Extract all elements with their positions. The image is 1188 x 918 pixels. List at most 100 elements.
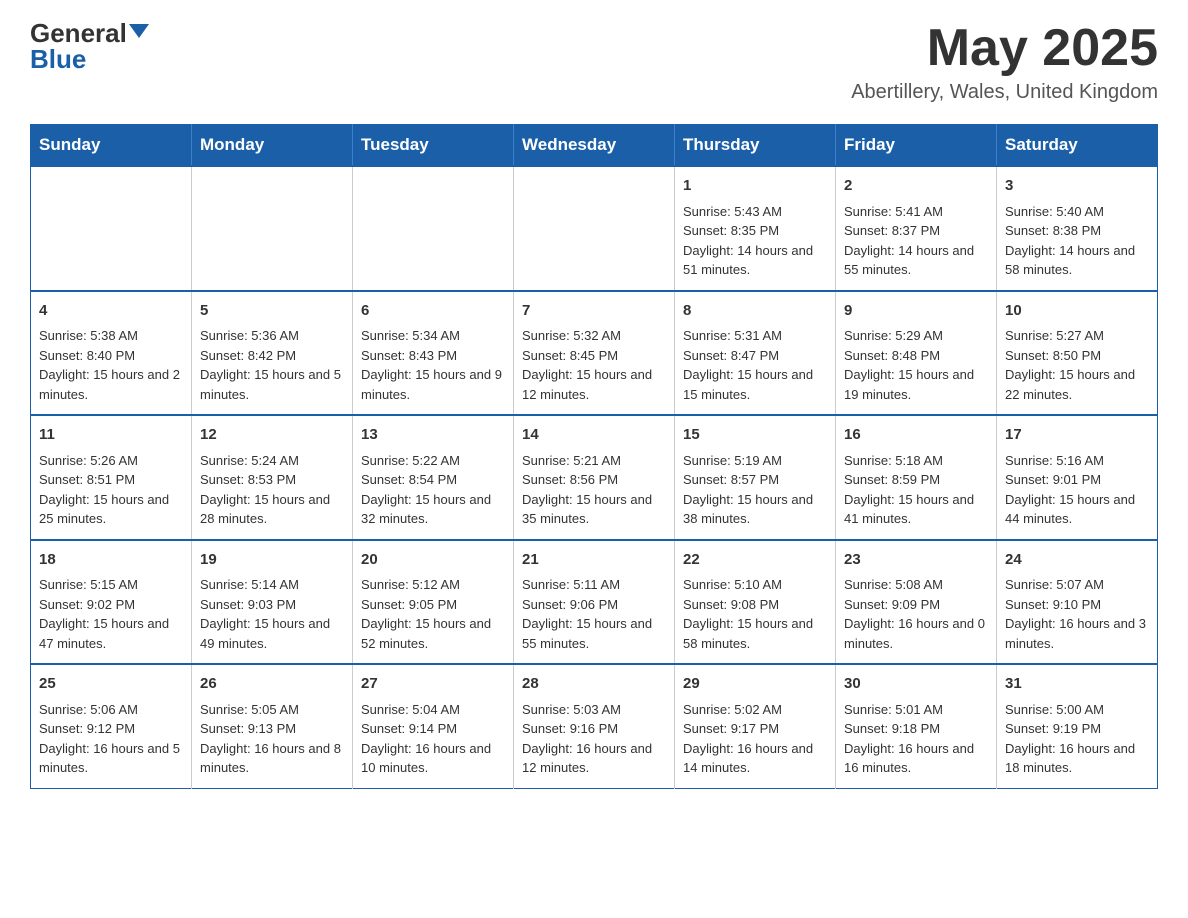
day-number: 11: [39, 424, 183, 447]
calendar-header-row: SundayMondayTuesdayWednesdayThursdayFrid…: [31, 125, 1158, 167]
day-number: 14: [522, 424, 666, 447]
day-info: Sunrise: 5:14 AMSunset: 9:03 PMDaylight:…: [200, 575, 344, 653]
calendar-day-17: 17 Sunrise: 5:16 AMSunset: 9:01 PMDayligh…: [997, 415, 1158, 540]
calendar-day-31: 31 Sunrise: 5:00 AMSunset: 9:19 PMDayligh…: [997, 664, 1158, 788]
day-info: Sunrise: 5:22 AMSunset: 8:54 PMDaylight:…: [361, 451, 505, 529]
day-info: Sunrise: 5:00 AMSunset: 9:19 PMDaylight:…: [1005, 700, 1149, 778]
header-thursday: Thursday: [675, 125, 836, 167]
calendar-day-30: 30Sunrise: 5:01 AMSunset: 9:18 PMDayligh…: [836, 664, 997, 788]
header-tuesday: Tuesday: [353, 125, 514, 167]
day-info: Sunrise: 5:04 AMSunset: 9:14 PMDaylight:…: [361, 700, 505, 778]
calendar-day-25: 25 Sunrise: 5:06 AMSunset: 9:12 PMDayligh…: [31, 664, 192, 788]
calendar-day-29: 29 Sunrise: 5:02 AMSunset: 9:17 PMDayligh…: [675, 664, 836, 788]
day-number: 23: [844, 549, 988, 572]
calendar-empty-cell: [192, 166, 353, 291]
header-friday: Friday: [836, 125, 997, 167]
calendar-day-19: 19 Sunrise: 5:14 AMSunset: 9:03 PMDayligh…: [192, 540, 353, 665]
header-monday: Monday: [192, 125, 353, 167]
day-number: 24: [1005, 549, 1149, 572]
day-number: 15: [683, 424, 827, 447]
calendar-week-row: 11 Sunrise: 5:26 AMSunset: 8:51 PMDayligh…: [31, 415, 1158, 540]
day-info: Sunrise: 5:29 AMSunset: 8:48 PMDaylight:…: [844, 326, 988, 404]
day-info: Sunrise: 5:36 AMSunset: 8:42 PMDaylight:…: [200, 326, 344, 404]
day-number: 10: [1005, 300, 1149, 323]
calendar-day-4: 4Sunrise: 5:38 AMSunset: 8:40 PMDaylight…: [31, 291, 192, 416]
calendar-day-26: 26Sunrise: 5:05 AMSunset: 9:13 PMDayligh…: [192, 664, 353, 788]
logo-text: General Blue: [30, 20, 149, 72]
calendar-day-27: 27 Sunrise: 5:04 AMSunset: 9:14 PMDayligh…: [353, 664, 514, 788]
day-info: Sunrise: 5:31 AMSunset: 8:47 PMDaylight:…: [683, 326, 827, 404]
day-info: Sunrise: 5:03 AMSunset: 9:16 PMDaylight:…: [522, 700, 666, 778]
day-number: 25: [39, 673, 183, 696]
page-header: General Blue May 2025 Abertillery, Wales…: [30, 20, 1158, 104]
logo: General Blue: [30, 20, 149, 72]
day-number: 9: [844, 300, 988, 323]
title-block: May 2025 Abertillery, Wales, United King…: [851, 20, 1158, 104]
day-number: 5: [200, 300, 344, 323]
day-number: 2: [844, 175, 988, 198]
day-number: 27: [361, 673, 505, 696]
calendar-day-1: 1 Sunrise: 5:43 AMSunset: 8:35 PMDaylight…: [675, 166, 836, 291]
calendar-day-28: 28 Sunrise: 5:03 AMSunset: 9:16 PMDayligh…: [514, 664, 675, 788]
day-info: Sunrise: 5:34 AMSunset: 8:43 PMDaylight:…: [361, 326, 505, 404]
day-number: 19: [200, 549, 344, 572]
day-info: Sunrise: 5:24 AMSunset: 8:53 PMDaylight:…: [200, 451, 344, 529]
header-wednesday: Wednesday: [514, 125, 675, 167]
day-info: Sunrise: 5:07 AMSunset: 9:10 PMDaylight:…: [1005, 575, 1149, 653]
day-info: Sunrise: 5:19 AMSunset: 8:57 PMDaylight:…: [683, 451, 827, 529]
logo-triangle-icon: [129, 24, 149, 38]
calendar-day-5: 5 Sunrise: 5:36 AMSunset: 8:42 PMDaylight…: [192, 291, 353, 416]
day-info: Sunrise: 5:11 AMSunset: 9:06 PMDaylight:…: [522, 575, 666, 653]
day-info: Sunrise: 5:27 AMSunset: 8:50 PMDaylight:…: [1005, 326, 1149, 404]
calendar-empty-cell: [514, 166, 675, 291]
calendar-week-row: 18Sunrise: 5:15 AMSunset: 9:02 PMDayligh…: [31, 540, 1158, 665]
day-info: Sunrise: 5:10 AMSunset: 9:08 PMDaylight:…: [683, 575, 827, 653]
day-number: 6: [361, 300, 505, 323]
calendar-day-21: 21Sunrise: 5:11 AMSunset: 9:06 PMDayligh…: [514, 540, 675, 665]
day-number: 17: [1005, 424, 1149, 447]
calendar-week-row: 25 Sunrise: 5:06 AMSunset: 9:12 PMDayligh…: [31, 664, 1158, 788]
day-info: Sunrise: 5:43 AMSunset: 8:35 PMDaylight:…: [683, 202, 827, 280]
day-number: 22: [683, 549, 827, 572]
day-number: 16: [844, 424, 988, 447]
calendar-day-9: 9 Sunrise: 5:29 AMSunset: 8:48 PMDaylight…: [836, 291, 997, 416]
calendar-day-8: 8Sunrise: 5:31 AMSunset: 8:47 PMDaylight…: [675, 291, 836, 416]
calendar-day-11: 11 Sunrise: 5:26 AMSunset: 8:51 PMDayligh…: [31, 415, 192, 540]
day-info: Sunrise: 5:15 AMSunset: 9:02 PMDaylight:…: [39, 575, 183, 653]
day-info: Sunrise: 5:02 AMSunset: 9:17 PMDaylight:…: [683, 700, 827, 778]
day-info: Sunrise: 5:26 AMSunset: 8:51 PMDaylight:…: [39, 451, 183, 529]
main-title: May 2025: [851, 20, 1158, 77]
day-number: 28: [522, 673, 666, 696]
day-info: Sunrise: 5:41 AMSunset: 8:37 PMDaylight:…: [844, 202, 988, 280]
day-number: 1: [683, 175, 827, 198]
logo-blue: Blue: [30, 44, 86, 74]
day-info: Sunrise: 5:06 AMSunset: 9:12 PMDaylight:…: [39, 700, 183, 778]
day-number: 7: [522, 300, 666, 323]
day-info: Sunrise: 5:12 AMSunset: 9:05 PMDaylight:…: [361, 575, 505, 653]
header-sunday: Sunday: [31, 125, 192, 167]
calendar-day-15: 15 Sunrise: 5:19 AMSunset: 8:57 PMDayligh…: [675, 415, 836, 540]
day-info: Sunrise: 5:01 AMSunset: 9:18 PMDaylight:…: [844, 700, 988, 778]
header-saturday: Saturday: [997, 125, 1158, 167]
day-number: 26: [200, 673, 344, 696]
calendar-empty-cell: [353, 166, 514, 291]
calendar-day-14: 14 Sunrise: 5:21 AMSunset: 8:56 PMDayligh…: [514, 415, 675, 540]
calendar-day-12: 12 Sunrise: 5:24 AMSunset: 8:53 PMDayligh…: [192, 415, 353, 540]
calendar-day-6: 6 Sunrise: 5:34 AMSunset: 8:43 PMDaylight…: [353, 291, 514, 416]
calendar-day-22: 22 Sunrise: 5:10 AMSunset: 9:08 PMDayligh…: [675, 540, 836, 665]
calendar-day-2: 2 Sunrise: 5:41 AMSunset: 8:37 PMDaylight…: [836, 166, 997, 291]
day-info: Sunrise: 5:21 AMSunset: 8:56 PMDaylight:…: [522, 451, 666, 529]
day-info: Sunrise: 5:16 AMSunset: 9:01 PMDaylight:…: [1005, 451, 1149, 529]
day-number: 4: [39, 300, 183, 323]
calendar-day-18: 18Sunrise: 5:15 AMSunset: 9:02 PMDayligh…: [31, 540, 192, 665]
day-info: Sunrise: 5:08 AMSunset: 9:09 PMDaylight:…: [844, 575, 988, 653]
day-number: 29: [683, 673, 827, 696]
calendar-table: SundayMondayTuesdayWednesdayThursdayFrid…: [30, 124, 1158, 789]
day-info: Sunrise: 5:40 AMSunset: 8:38 PMDaylight:…: [1005, 202, 1149, 280]
calendar-day-24: 24 Sunrise: 5:07 AMSunset: 9:10 PMDayligh…: [997, 540, 1158, 665]
calendar-week-row: 1 Sunrise: 5:43 AMSunset: 8:35 PMDaylight…: [31, 166, 1158, 291]
day-number: 31: [1005, 673, 1149, 696]
day-number: 12: [200, 424, 344, 447]
day-number: 13: [361, 424, 505, 447]
calendar-day-16: 16Sunrise: 5:18 AMSunset: 8:59 PMDayligh…: [836, 415, 997, 540]
